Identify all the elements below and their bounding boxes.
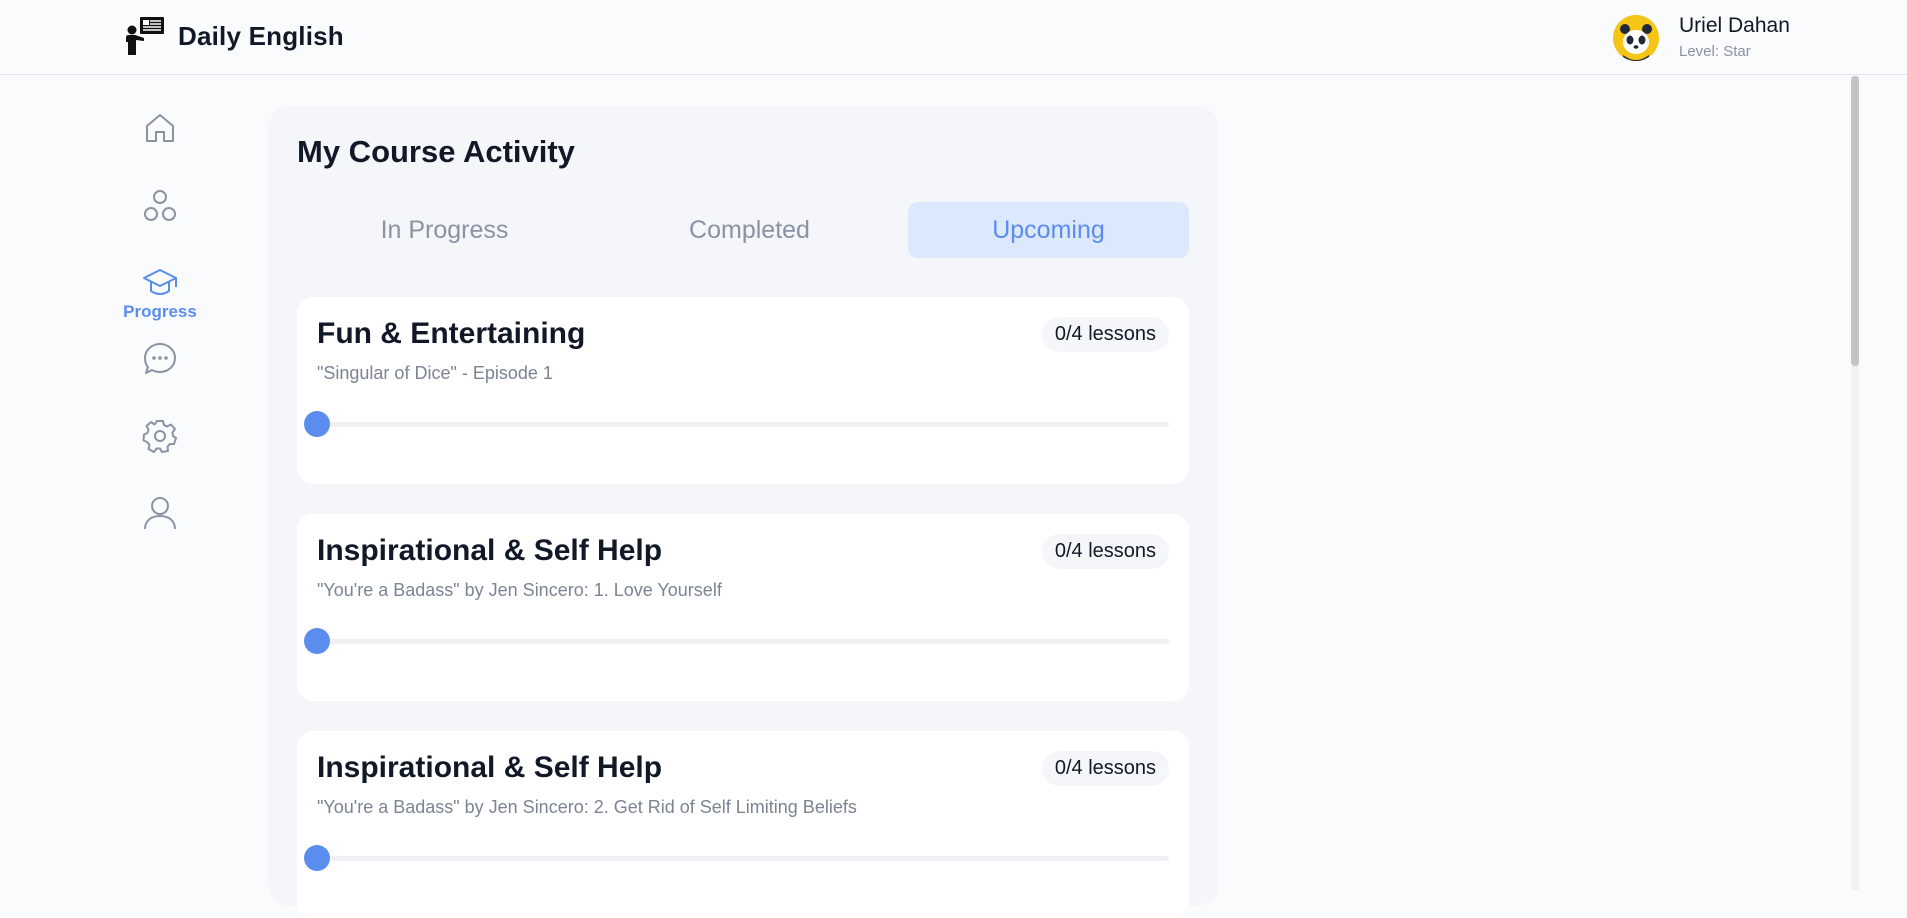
lessons-badge: 0/4 lessons (1041, 751, 1169, 786)
lessons-badge: 0/4 lessons (1041, 317, 1169, 352)
page-title: My Course Activity (297, 134, 575, 169)
sidebar-item-label: Progress (123, 302, 197, 321)
chat-bubble-icon (144, 343, 176, 374)
sidebar-item-profile[interactable] (100, 495, 220, 531)
user-name: Uriel Dahan (1679, 14, 1790, 37)
brand[interactable]: Daily English (124, 16, 344, 56)
progress-slider[interactable] (304, 845, 1169, 871)
course-title: Inspirational & Self Help (317, 751, 663, 784)
user-menu[interactable]: Uriel Dahan Level: Star (1613, 13, 1790, 63)
page-scrollbar[interactable] (1851, 76, 1859, 890)
circles-icon (144, 190, 176, 221)
progress-thumb[interactable] (304, 845, 330, 871)
scrollbar-thumb[interactable] (1851, 76, 1859, 366)
tab-in-progress[interactable]: In Progress (297, 202, 592, 258)
graduation-cap-icon (143, 269, 177, 295)
user-icon (144, 497, 176, 530)
tab-bar: In Progress Completed Upcoming (297, 202, 1189, 258)
tab-completed[interactable]: Completed (602, 202, 897, 258)
sidebar-item-community[interactable] (100, 188, 220, 224)
sidebar-item-progress[interactable]: Progress (100, 264, 220, 322)
progress-thumb[interactable] (304, 628, 330, 654)
sidebar-item-home[interactable] (100, 110, 220, 146)
home-icon (146, 114, 174, 142)
teacher-board-icon (126, 17, 164, 55)
tab-upcoming[interactable]: Upcoming (908, 202, 1189, 258)
gear-icon (142, 420, 177, 453)
course-subtitle: "You're a Badass" by Jen Sincero: 2. Get… (317, 797, 857, 817)
course-title: Inspirational & Self Help (317, 534, 663, 567)
top-header: Daily English Uriel Dahan Level: Star (0, 0, 1907, 75)
progress-thumb[interactable] (304, 411, 330, 437)
user-info: Uriel Dahan Level: Star (1679, 13, 1790, 63)
user-level: Level: Star (1679, 43, 1751, 60)
panda-avatar-icon[interactable] (1613, 15, 1659, 61)
course-subtitle: "You're a Badass" by Jen Sincero: 1. Lov… (317, 580, 722, 600)
course-card[interactable]: Fun & Entertaining "Singular of Dice" - … (297, 297, 1189, 484)
course-title: Fun & Entertaining (317, 317, 586, 350)
lessons-badge: 0/4 lessons (1041, 534, 1169, 569)
app-name: Daily English (178, 20, 344, 51)
progress-slider[interactable] (304, 628, 1169, 654)
progress-slider[interactable] (304, 411, 1169, 437)
course-card[interactable]: Inspirational & Self Help "You're a Bada… (297, 514, 1189, 701)
course-activity-panel: My Course Activity In Progress Completed… (268, 106, 1219, 918)
course-subtitle: "Singular of Dice" - Episode 1 (317, 363, 553, 383)
sidebar-item-chat[interactable] (100, 341, 220, 377)
sidebar-item-settings[interactable] (100, 418, 220, 454)
